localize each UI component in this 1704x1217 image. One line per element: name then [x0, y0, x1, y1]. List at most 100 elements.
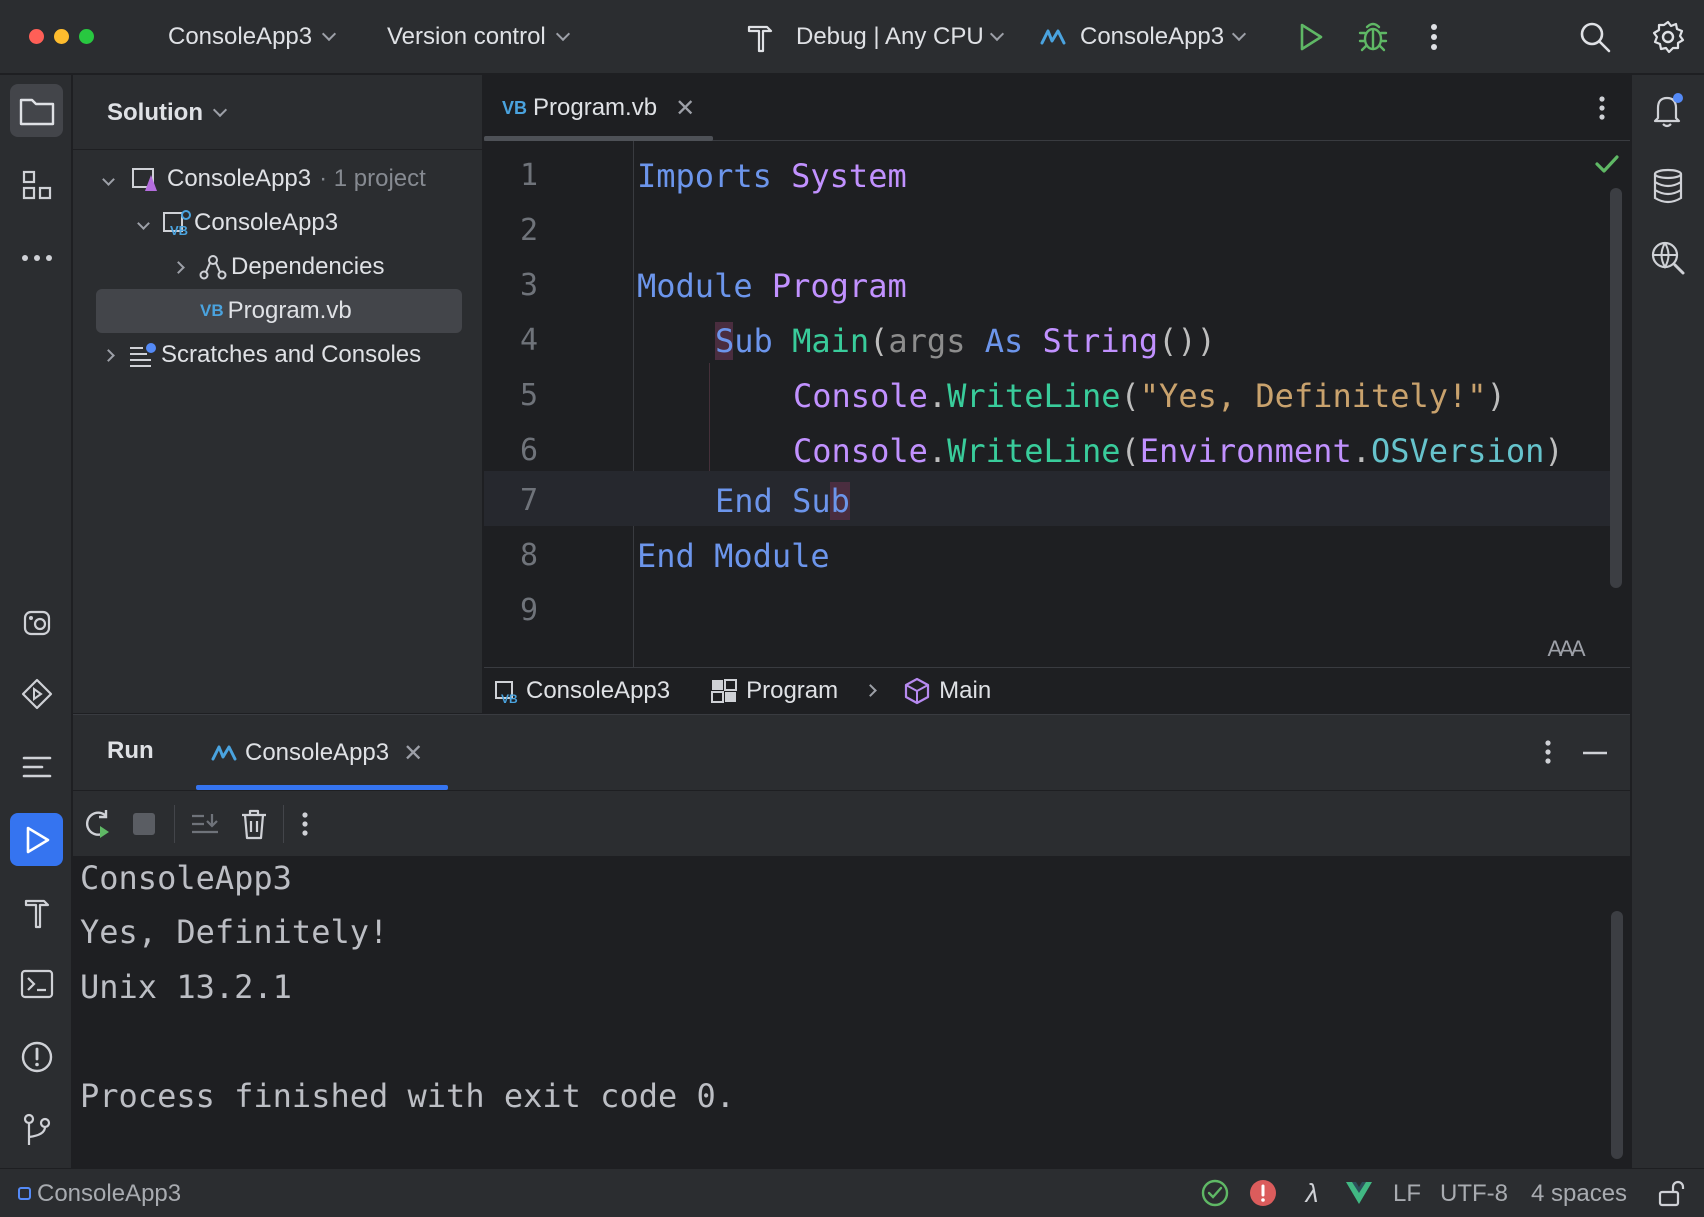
tab-label: Program.vb: [533, 94, 658, 121]
more-tool-windows-button[interactable]: [10, 231, 63, 284]
database-icon[interactable]: [1651, 167, 1685, 205]
run-target-label: ConsoleApp3: [1080, 23, 1225, 50]
stop-icon[interactable]: [131, 811, 157, 837]
inspections-ok-icon[interactable]: [1200, 1178, 1230, 1208]
chevron-down-icon[interactable]: [95, 172, 121, 186]
run-configuration-selector[interactable]: ConsoleApp3: [1040, 18, 1247, 56]
services-tool-button[interactable]: [10, 595, 63, 648]
run-tool-button[interactable]: [10, 813, 63, 866]
lambda-icon[interactable]: λ: [1300, 1178, 1324, 1208]
run-toolbar-more-icon[interactable]: [295, 809, 315, 839]
close-tab-icon[interactable]: ✕: [675, 94, 695, 123]
tree-item-scratches[interactable]: Scratches and Consoles: [95, 333, 421, 377]
code-line: 7 End Sub: [484, 473, 1630, 528]
module-icon: [711, 678, 738, 703]
chevron-down-icon: [1232, 26, 1247, 42]
terminal-tool-button[interactable]: [10, 957, 63, 1010]
encoding-selector[interactable]: UTF-8: [1440, 1169, 1508, 1217]
project-tool-button[interactable]: [10, 84, 63, 137]
left-tool-window-bar: [0, 75, 72, 1168]
close-tab-icon[interactable]: ✕: [403, 739, 423, 768]
build-config-selector[interactable]: Debug | Any CPU: [796, 18, 1004, 56]
settings-gear-icon[interactable]: [1650, 19, 1686, 55]
chevron-down-icon[interactable]: [130, 216, 156, 230]
code-token: Sub: [792, 481, 850, 520]
clear-trash-icon[interactable]: [239, 807, 269, 841]
code-token: .: [1351, 431, 1371, 470]
tree-item-program-vb[interactable]: VB Program.vb: [96, 289, 462, 333]
read-only-lock-icon[interactable]: [1656, 1178, 1686, 1208]
structure-tool-button[interactable]: [10, 158, 63, 211]
code-token: Sub: [715, 321, 773, 360]
breadcrumb-method[interactable]: Main: [903, 677, 991, 705]
indent-selector[interactable]: 4 spaces: [1531, 1169, 1627, 1217]
close-window-button[interactable]: [29, 29, 44, 44]
breadcrumb: VB ConsoleApp3 Program Main: [484, 667, 1630, 713]
git-tool-button[interactable]: [10, 1103, 63, 1156]
run-panel-title: Run: [107, 737, 154, 764]
more-actions-icon[interactable]: [1424, 20, 1444, 54]
code-line: 5 Console.WriteLine("Yes, Definitely!"): [484, 368, 1630, 423]
breadcrumb-module[interactable]: Program: [710, 677, 838, 705]
notifications-bell-icon[interactable]: [1649, 91, 1687, 129]
breadcrumb-project[interactable]: VB ConsoleApp3: [494, 677, 670, 705]
run-icon[interactable]: [1296, 20, 1326, 54]
minimize-window-button[interactable]: [54, 29, 69, 44]
tab-program-vb[interactable]: VB Program.vb ✕: [484, 75, 713, 141]
chevron-right-icon: [864, 684, 878, 697]
solution-view-selector[interactable]: Solution: [107, 93, 228, 133]
project-switcher[interactable]: ConsoleApp3: [168, 18, 337, 56]
vue-icon[interactable]: [1344, 1180, 1374, 1206]
hammer-icon: [24, 899, 49, 928]
vb-file-icon: VB: [502, 97, 528, 118]
tree-item-project[interactable]: VB ConsoleApp3: [130, 201, 338, 245]
chevron-right-icon[interactable]: [165, 260, 191, 274]
scroll-to-end-icon[interactable]: [189, 809, 221, 839]
tab-actions-more-icon[interactable]: [1592, 91, 1612, 125]
tree-item-label: Scratches and Consoles: [161, 341, 422, 368]
code-token: ()): [1158, 321, 1216, 360]
line-number: 8: [519, 538, 539, 573]
editor-scrollbar[interactable]: [1610, 188, 1622, 588]
console-scrollbar[interactable]: [1611, 911, 1623, 1159]
dependencies-icon: [199, 255, 227, 280]
project-square-icon: [18, 1187, 31, 1200]
run-configurations-tool-button[interactable]: [10, 667, 63, 720]
tree-item-solution[interactable]: ConsoleApp3 · 1 project: [95, 157, 426, 201]
error-icon[interactable]: [1248, 1178, 1278, 1208]
code-token: OSVersion: [1370, 431, 1545, 470]
run-header: Run ConsoleApp3 ✕: [73, 715, 1630, 790]
reader-mode-icon[interactable]: AAA: [1538, 631, 1592, 667]
code-token: Module: [714, 536, 830, 575]
code-token: End: [637, 536, 695, 575]
code-line: 9: [484, 583, 1630, 638]
debug-bug-icon[interactable]: [1356, 18, 1390, 54]
code-token: As: [984, 321, 1024, 360]
run-options-more-icon[interactable]: [1538, 737, 1558, 767]
rerun-icon[interactable]: [81, 807, 113, 841]
build-tool-button[interactable]: [10, 885, 63, 938]
build-hammer-icon[interactable]: [744, 20, 776, 54]
services-icon: [23, 610, 50, 635]
chevron-right-icon[interactable]: [95, 348, 121, 362]
status-project[interactable]: ConsoleApp3: [18, 1169, 181, 1217]
no-problems-check-icon[interactable]: [1594, 153, 1620, 175]
problems-tool-button[interactable]: [10, 1030, 63, 1083]
run-tab-consoleapp3[interactable]: ConsoleApp3 ✕: [211, 729, 423, 777]
line-number: 9: [519, 593, 539, 628]
dotnet-icon: [1040, 29, 1066, 45]
maximize-window-button[interactable]: [79, 29, 94, 44]
minimize-panel-icon[interactable]: [1581, 741, 1609, 765]
tree-item-dependencies[interactable]: Dependencies: [165, 245, 384, 289]
code-token: .: [927, 431, 948, 470]
tree-item-label: Dependencies: [231, 253, 385, 280]
search-icon[interactable]: [1578, 20, 1612, 54]
problems-list-tool-button[interactable]: [10, 740, 63, 793]
line-ending-selector[interactable]: LF: [1393, 1169, 1421, 1217]
version-control-menu[interactable]: Version control: [387, 18, 570, 56]
chevron-down-icon: [989, 26, 1004, 42]
web-globe-search-icon[interactable]: [1649, 239, 1687, 277]
run-icon: [26, 826, 49, 853]
